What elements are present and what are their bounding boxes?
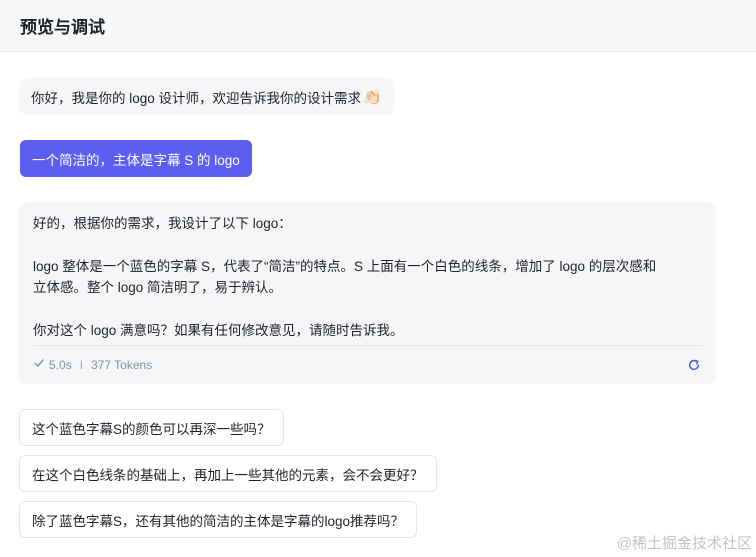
reply-line: logo 整体是一个蓝色的字幕 S，代表了“简洁”的特点。S 上面有一个白色的线… <box>33 258 657 274</box>
suggestion-text: 除了蓝色字幕S，还有其他的简洁的主体是字幕的logo推荐吗？ <box>32 513 405 529</box>
suggestion-text: 这个蓝色字幕S的颜色可以再深一些吗？ <box>32 421 271 437</box>
suggestion-chip[interactable]: 除了蓝色字幕S，还有其他的简洁的主体是字幕的logo推荐吗？ <box>19 501 418 538</box>
header-bar: 预览与调试 <box>0 0 756 52</box>
token-count: 377 Tokens <box>91 357 153 372</box>
page-title: 预览与调试 <box>20 18 105 38</box>
check-icon <box>33 357 45 372</box>
response-time: 5.0s <box>49 357 72 372</box>
suggestion-chip[interactable]: 这个蓝色字幕S的颜色可以再深一些吗？ <box>19 409 284 446</box>
reply-line: 好的，根据你的需求，我设计了以下 logo： <box>33 216 292 231</box>
suggestion-chip[interactable]: 在这个白色线条的基础上，再加上一些其他的元素，会不会更好？ <box>19 455 437 492</box>
watermark: @稀土掘金技术社区 <box>616 535 752 552</box>
meta-separator: I <box>79 357 84 372</box>
reply-meta-footer: 5.0s I 377 Tokens <box>33 345 702 383</box>
user-message: 一个简洁的，主体是字幕 S 的 logo <box>20 140 252 177</box>
suggestion-text: 在这个白色线条的基础上，再加上一些其他的元素，会不会更好？ <box>32 467 424 483</box>
bot-greeting-message: 你好，我是你的 logo 设计师，欢迎告诉我你的设计需求 👏🏻 <box>19 78 394 115</box>
reply-line: 你对这个 logo 满意吗？如果有任何修改意见，请随时告诉我。 <box>33 322 404 338</box>
regenerate-icon[interactable] <box>686 357 702 373</box>
greeting-text: 你好，我是你的 logo 设计师，欢迎告诉我你的设计需求 <box>31 90 362 106</box>
user-message-text: 一个简洁的，主体是字幕 S 的 logo <box>32 152 240 168</box>
clap-emoji-icon: 👏🏻 <box>363 88 382 106</box>
reply-line: 立体感。整个 logo 简洁明了，易于辨认。 <box>33 280 283 295</box>
bot-reply-message: 好的，根据你的需求，我设计了以下 logo： logo 整体是一个蓝色的字幕 S… <box>19 202 716 383</box>
